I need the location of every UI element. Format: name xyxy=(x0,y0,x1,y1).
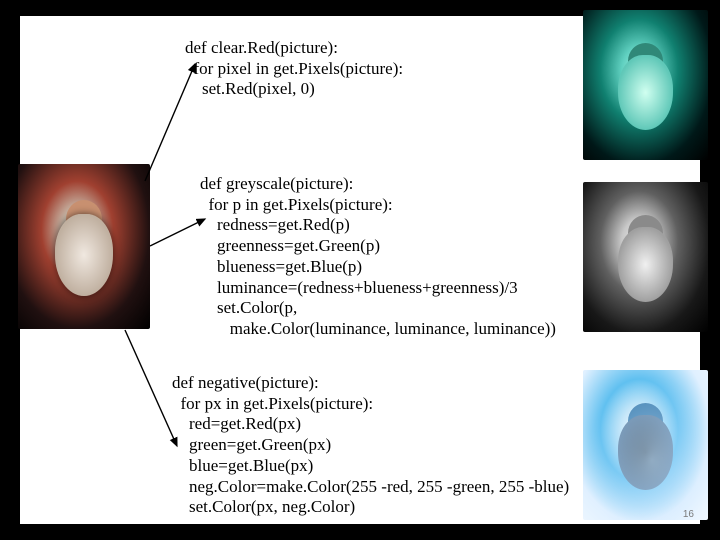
result-clear-red-image xyxy=(583,10,708,160)
page-number: 16 xyxy=(683,509,694,520)
result-greyscale-image xyxy=(583,182,708,332)
code-clear-red: def clear.Red(picture): for pixel in get… xyxy=(185,38,403,100)
original-image xyxy=(18,164,150,329)
code-negative: def negative(picture): for px in get.Pix… xyxy=(172,373,569,518)
slide-canvas: def clear.Red(picture): for pixel in get… xyxy=(20,16,700,524)
result-negative-image xyxy=(583,370,708,520)
code-greyscale: def greyscale(picture): for p in get.Pix… xyxy=(200,174,556,340)
